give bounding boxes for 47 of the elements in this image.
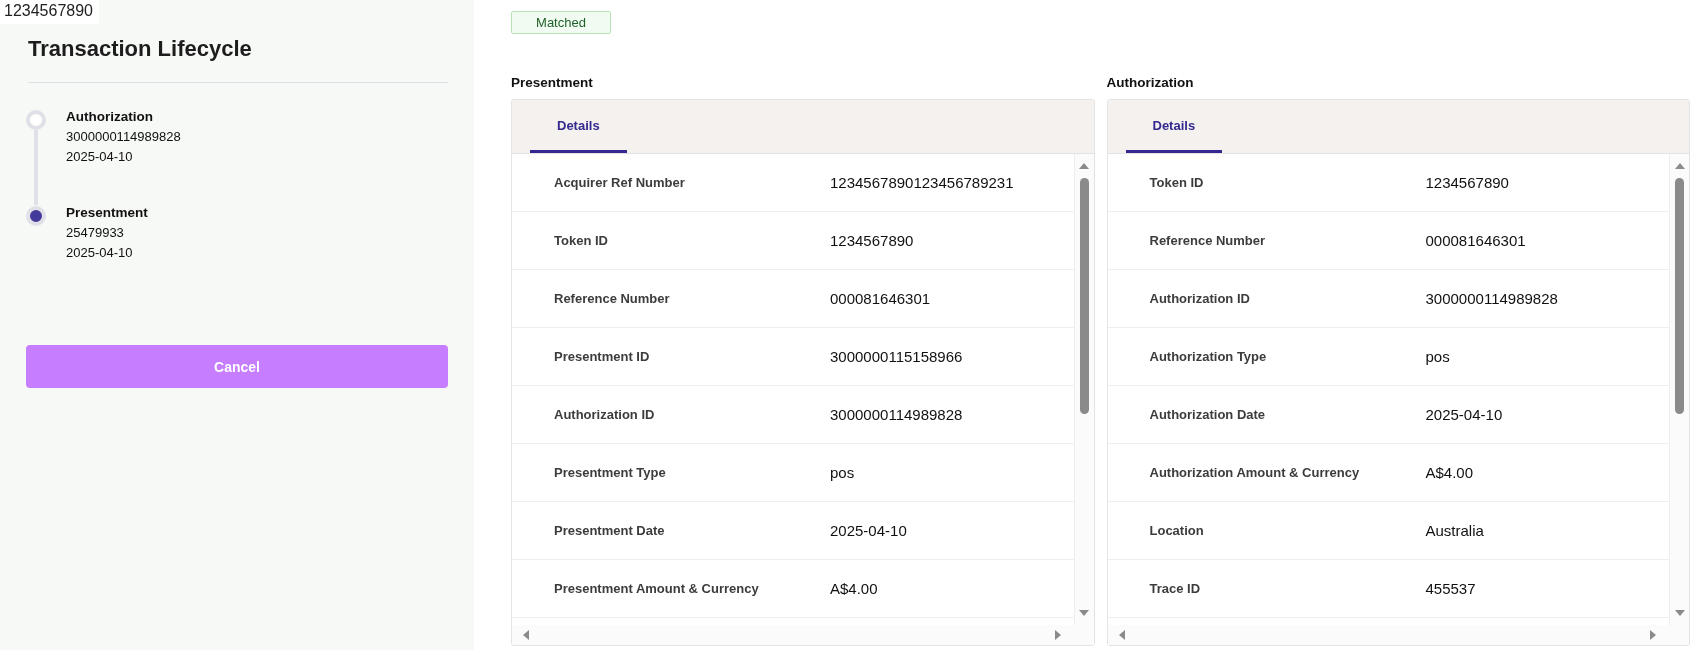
timeline-date: 2025-04-10: [66, 245, 134, 260]
timeline-label: Authorization: [66, 109, 154, 124]
field-label: Acquirer Ref Number: [554, 175, 686, 190]
tooltip: 1234567890: [0, 0, 99, 24]
field-label: Trace ID: [1149, 581, 1202, 596]
field-value: 2025-04-10: [830, 522, 907, 539]
field-value: 455537: [1425, 580, 1476, 597]
field-value: Australia: [1425, 522, 1484, 539]
field-label: Authorization Amount & Currency: [1149, 465, 1361, 480]
field-value: pos: [830, 464, 855, 481]
scroll-thumb[interactable]: [1079, 178, 1089, 414]
status-badge: Matched: [511, 11, 611, 34]
details-tab[interactable]: Details: [530, 100, 627, 153]
field-value: 1234567890: [1425, 174, 1509, 191]
field-label: Location: [1149, 523, 1205, 538]
field-label: Presentment Amount & Currency: [554, 581, 760, 596]
field-value: A$4.00: [1425, 464, 1474, 481]
timeline-date: 2025-04-10: [66, 149, 134, 164]
field-value: A$4.00: [830, 580, 878, 597]
field-label: Authorization ID: [1149, 291, 1251, 306]
field-label: Authorization ID: [554, 407, 656, 422]
field-label: Presentment Type: [554, 465, 667, 480]
timeline-id: 25479933: [66, 225, 125, 240]
field-value: 3000000114989828: [1425, 290, 1558, 307]
field-label: Presentment Date: [554, 523, 666, 538]
field-value: 000081646301: [830, 290, 931, 307]
timeline-id: 3000000114989828: [66, 129, 181, 144]
field-value: pos: [1425, 348, 1450, 365]
field-label: Token ID: [554, 233, 609, 248]
panel-heading: Authorization: [1106, 75, 1195, 90]
field-label: Presentment ID: [554, 349, 651, 364]
timeline-label: Presentment: [66, 205, 148, 220]
field-label: Reference Number: [1149, 233, 1267, 248]
field-value: 2025-04-10: [1425, 406, 1503, 423]
field-label: Token ID: [1149, 175, 1205, 190]
field-label: Reference Number: [554, 291, 671, 306]
details-tab[interactable]: Details: [1125, 100, 1223, 153]
panel-heading: Presentment: [511, 75, 594, 90]
field-value: 1234567890: [830, 232, 914, 249]
field-value: 3000000114989828: [830, 406, 963, 423]
scroll-thumb[interactable]: [1675, 178, 1684, 414]
sidebar-title: Transaction Lifecycle: [28, 36, 448, 83]
field-label: Authorization Type: [1149, 349, 1268, 364]
field-value: 000081646301: [1425, 232, 1526, 249]
field-value: 3000000115158966: [830, 348, 963, 365]
field-value: 1234567890123456789231: [830, 174, 1014, 191]
field-label: Authorization Date: [1149, 407, 1267, 422]
